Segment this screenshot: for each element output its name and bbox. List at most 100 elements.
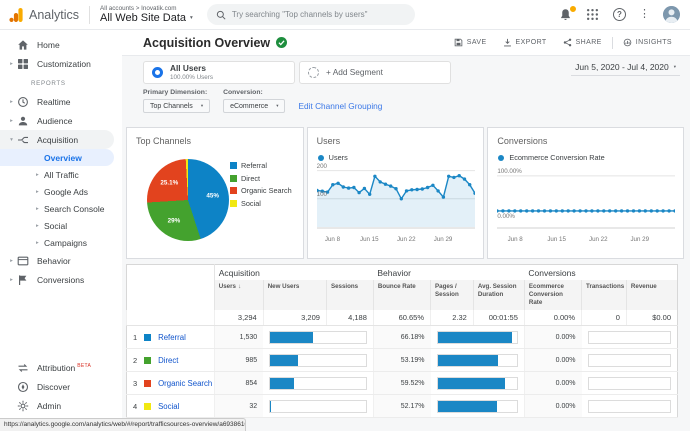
user-avatar[interactable] (663, 6, 680, 23)
line-chart-plot (317, 165, 475, 229)
column-header-bounce-rate[interactable]: Bounce Rate (373, 280, 430, 310)
primary-dimension-dropdown[interactable]: Top Channels ▾ (143, 99, 210, 113)
users-bar-cell (263, 395, 373, 418)
sidebar-item-behavior[interactable]: ▸ Behavior (0, 251, 122, 270)
channel-link[interactable]: Direct (158, 356, 178, 365)
group-header-conversions: Conversions (524, 265, 677, 281)
column-header-sessions[interactable]: Sessions (326, 280, 373, 310)
legend-swatch-icon (230, 162, 237, 169)
expand-arrow-icon: ▸ (36, 223, 44, 229)
channel-link[interactable]: Referral (158, 333, 186, 342)
column-header-revenue[interactable]: Revenue (626, 280, 677, 310)
sidebar-item-customization[interactable]: ▸ Customization (0, 54, 122, 73)
users-bar-box (269, 354, 367, 367)
sidebar-item-label: AttributionBETA (37, 363, 91, 373)
insights-button[interactable]: INSIGHTS (615, 38, 680, 47)
sidebar-item-home[interactable]: Home (0, 35, 122, 54)
conversion-rate-bar-cell (582, 395, 678, 418)
date-range-selector[interactable]: Jun 5, 2020 - Jul 4, 2020 ▾ (571, 60, 680, 76)
card-title: Top Channels (127, 128, 303, 146)
bounce-rate-bar (438, 378, 505, 389)
add-segment-chip[interactable]: + Add Segment (299, 61, 451, 84)
sidebar-item-discover[interactable]: Discover (0, 377, 122, 396)
column-header-transactions[interactable]: Transactions (582, 280, 627, 310)
column-header-avg-session-duration[interactable]: Avg. Session Duration (473, 280, 524, 310)
conversion-rate-value: 0.00% (524, 349, 581, 372)
bounce-rate-bar-box (437, 377, 518, 390)
conversions-card: Conversions Ecommerce Conversion Rate 10… (487, 127, 684, 259)
bounce-rate-value: 53.19% (373, 349, 430, 372)
sort-descending-icon: ↓ (238, 283, 241, 290)
series-dot-icon (498, 155, 504, 161)
share-button[interactable]: SHARE (555, 38, 610, 47)
expand-arrow-icon: ▸ (7, 99, 16, 105)
expand-arrow-icon: ▸ (7, 61, 16, 67)
channel-link[interactable]: Social (158, 402, 179, 411)
top-channels-pie-chart[interactable]: 45%29%25.1% (147, 159, 229, 241)
sidebar-item-acquisition[interactable]: ▾ Acquisition (0, 130, 114, 149)
dimension-controls: Primary Dimension: Top Channels ▾ Conver… (143, 89, 680, 113)
table-row-direct: 2 Direct 985 53.19% 0.00% (127, 349, 678, 372)
search-icon (216, 10, 226, 20)
search-input[interactable] (232, 10, 406, 19)
overflow-menu-icon[interactable]: ⋮ (639, 9, 650, 20)
verified-check-icon (276, 37, 287, 48)
card-title: Users (308, 128, 484, 146)
sidebar-item-audience[interactable]: ▸ Audience (0, 111, 122, 130)
sidebar-subitem-overview[interactable]: Overview (0, 149, 114, 166)
sidebar-subitem-label: All Traffic (44, 170, 79, 180)
sidebar-item-conversions[interactable]: ▸ Conversions (0, 270, 122, 289)
sidebar-item-admin[interactable]: Admin (0, 396, 122, 415)
save-button[interactable]: SAVE (446, 38, 495, 47)
sidebar-subitem-label: Social (44, 221, 67, 231)
table-group-header-row: Acquisition Behavior Conversions (127, 265, 678, 281)
column-header-pages-session[interactable]: Pages / Session (431, 280, 474, 310)
series-dot-icon (318, 155, 324, 161)
sidebar-subitem-social[interactable]: ▸ Social (0, 217, 122, 234)
chevron-down-icon: ▾ (674, 64, 676, 70)
bounce-rate-bar (438, 332, 513, 343)
column-header-users[interactable]: Users↓ (214, 280, 263, 310)
expand-arrow-icon: ▾ (7, 137, 16, 143)
channel-swatch-icon (144, 334, 151, 341)
analytics-home-button[interactable]: Analytics (8, 7, 79, 23)
expand-arrow-icon: ▸ (36, 206, 44, 212)
share-icon (563, 38, 572, 47)
conversion-rate-bar-box (588, 377, 671, 390)
expand-arrow-icon: ▸ (36, 240, 44, 246)
sidebar-subitem-all-traffic[interactable]: ▸ All Traffic (0, 166, 122, 183)
divider (612, 37, 613, 49)
notifications-bell-icon[interactable] (559, 8, 573, 22)
sidebar-subitem-campaigns[interactable]: ▸ Campaigns (0, 234, 122, 251)
account-property-selector[interactable]: All accounts > Inovatik.com All Web Site… (100, 5, 193, 25)
segment-all-users-chip[interactable]: All Users 100.00% Users (143, 61, 295, 84)
legend-swatch-icon (230, 175, 237, 182)
x-axis-label: Jun 22 (589, 236, 608, 243)
bounce-rate-bar-cell (431, 326, 525, 349)
sidebar-subitem-search-console[interactable]: ▸ Search Console (0, 200, 122, 217)
x-axis-label: Jun 8 (508, 236, 523, 243)
conversions-line-chart: 100.00%0.00%Jun 8Jun 15Jun 22Jun 29 (497, 165, 675, 246)
chevron-down-icon: ▾ (201, 103, 203, 109)
bounce-rate-bar (438, 401, 497, 412)
sidebar-subitem-google-ads[interactable]: ▸ Google Ads (0, 183, 122, 200)
google-apps-grid-icon[interactable] (586, 8, 600, 22)
sidebar-item-label: Home (37, 40, 60, 50)
legend-swatch-icon (230, 187, 237, 194)
sidebar-item-label: Customization (37, 59, 91, 69)
sidebar-item-realtime[interactable]: ▸ Realtime (0, 92, 122, 111)
column-header-ecommerce-conversion-rate[interactable]: Ecommerce Conversion Rate (524, 280, 581, 310)
conversion-rate-bar-cell (582, 326, 678, 349)
summary-value: 3,209 (263, 310, 326, 326)
conversion-dropdown[interactable]: eCommerce ▾ (223, 99, 285, 113)
help-icon[interactable]: ? (613, 8, 626, 21)
channel-link[interactable]: Organic Search (158, 379, 212, 388)
bounce-rate-value: 66.18% (373, 326, 430, 349)
column-header-new-users[interactable]: New Users (263, 280, 326, 310)
search-bar[interactable] (207, 4, 415, 25)
export-button[interactable]: EXPORT (495, 38, 555, 47)
edit-channel-grouping-link[interactable]: Edit Channel Grouping (298, 101, 382, 111)
conversion-rate-bar-cell (582, 349, 678, 372)
sidebar-item-attribution[interactable]: AttributionBETA (0, 358, 122, 377)
pie-slice-label: 25.1% (160, 180, 178, 187)
